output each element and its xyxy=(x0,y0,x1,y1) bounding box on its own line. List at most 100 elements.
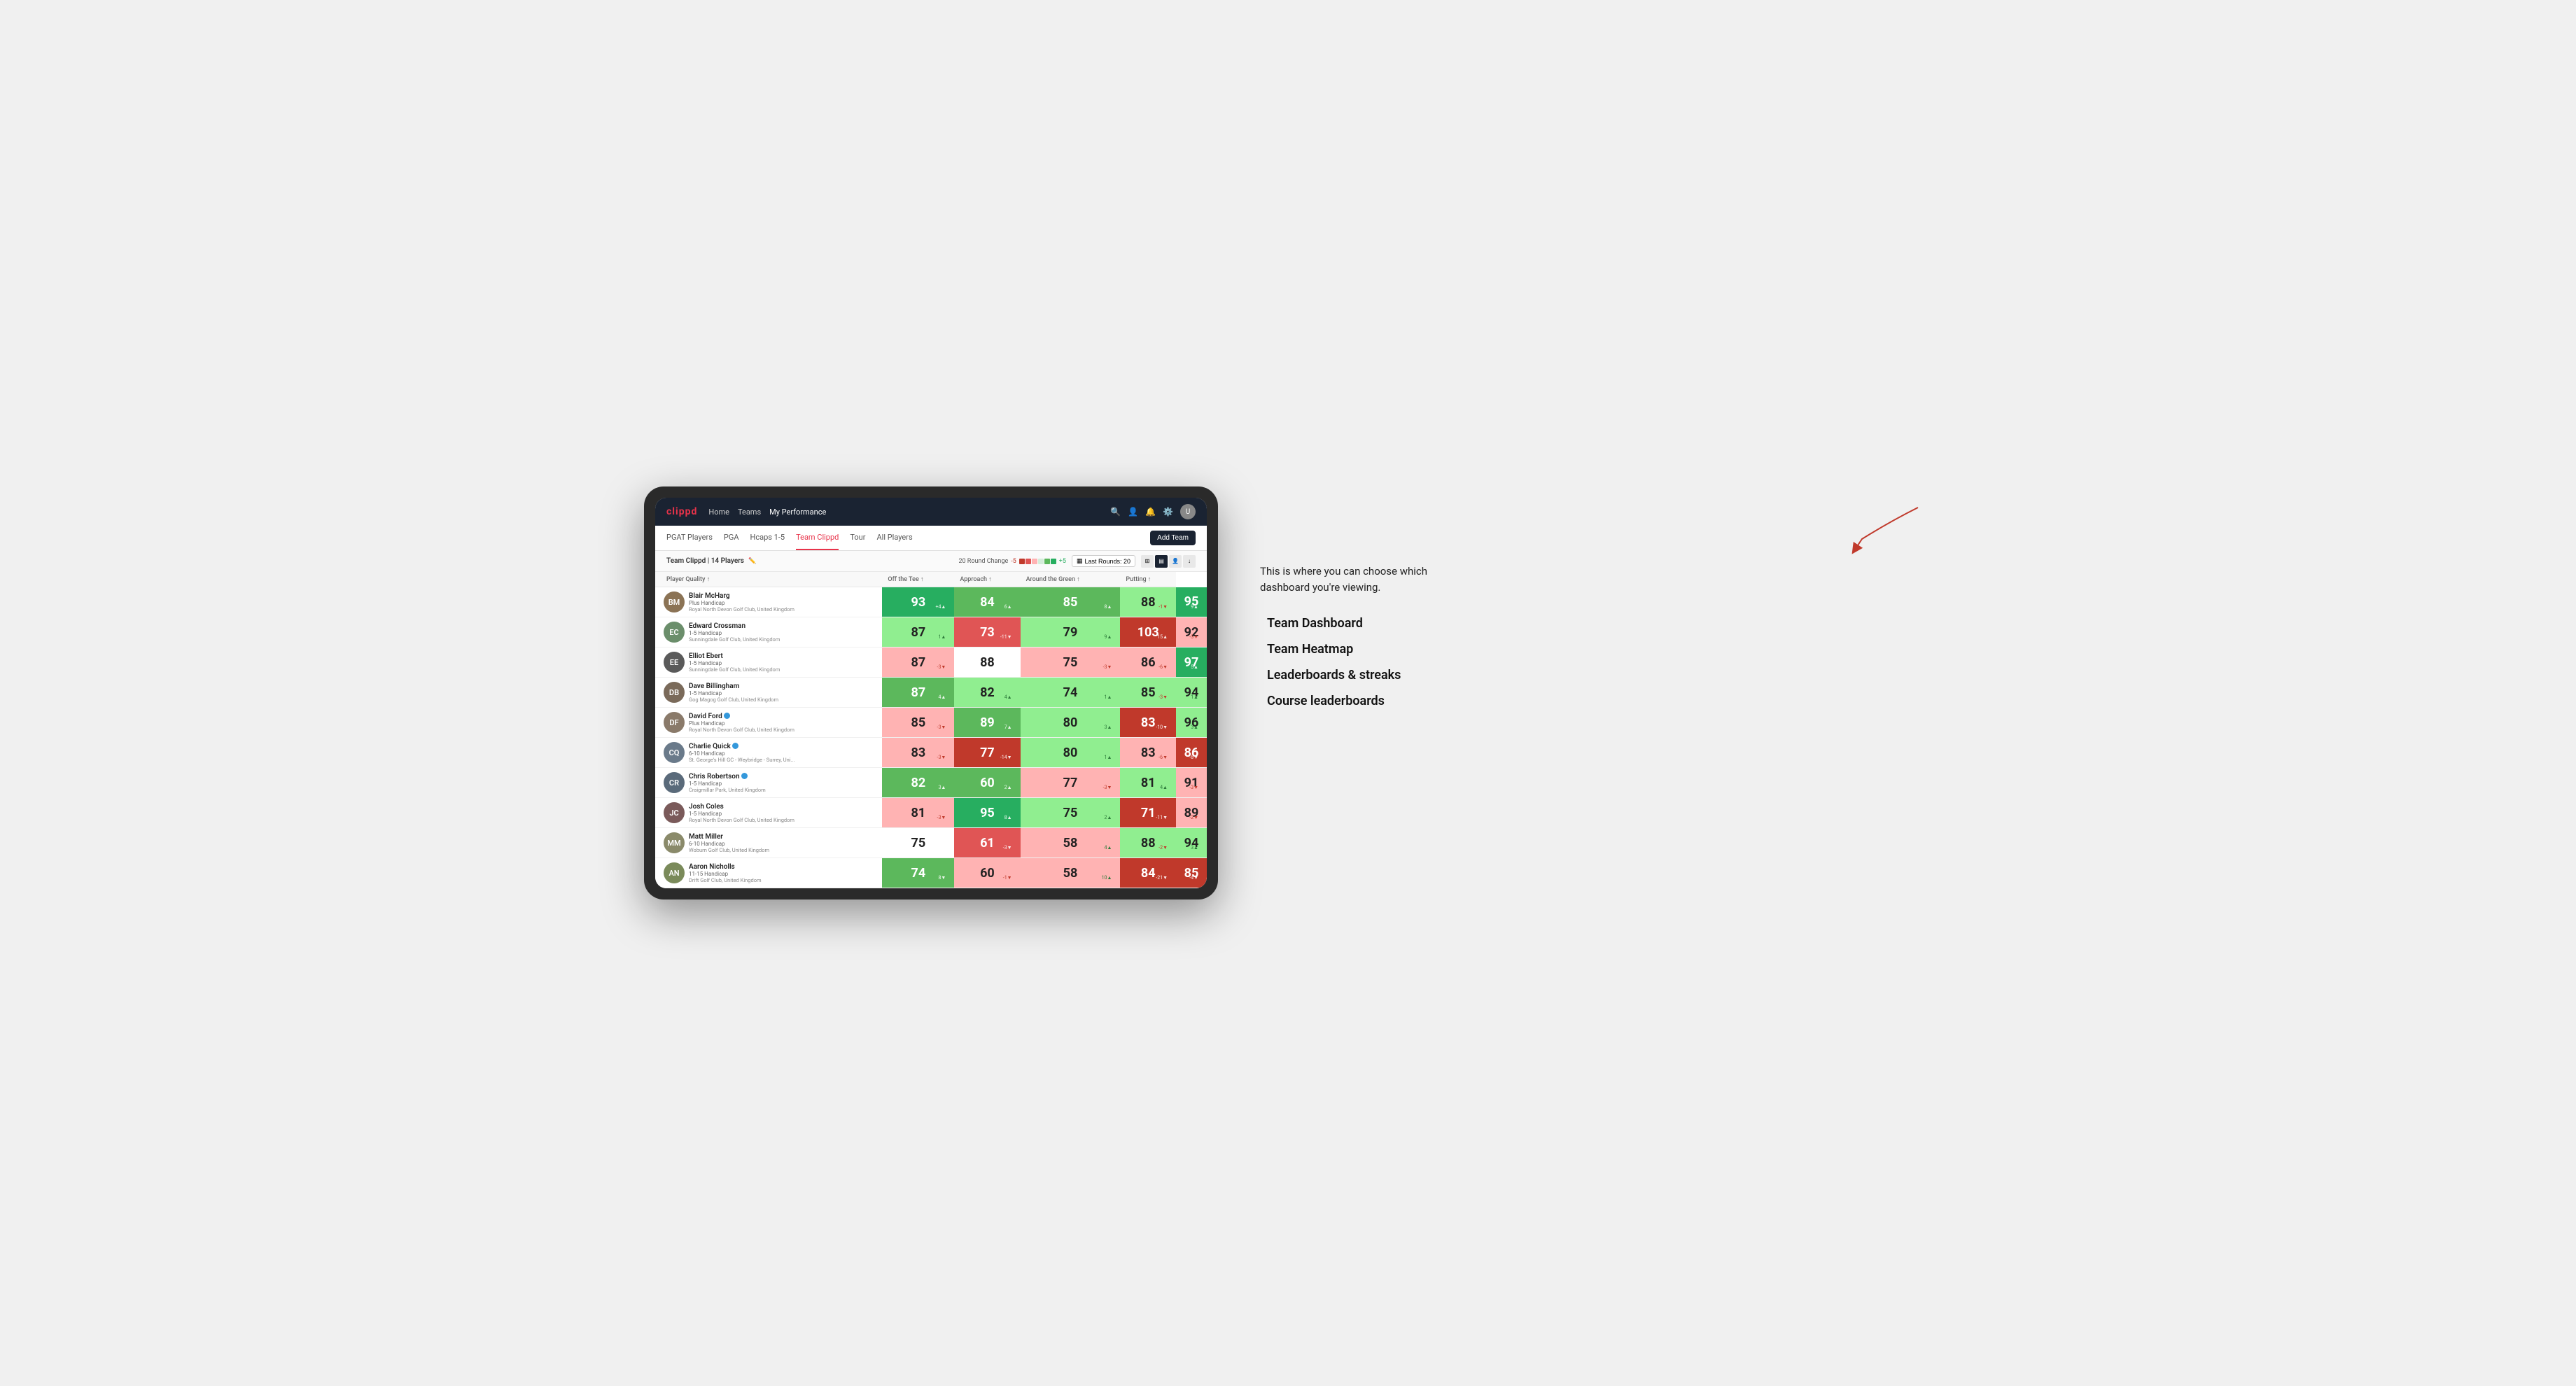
sub-nav-pga[interactable]: PGA xyxy=(724,526,739,550)
player-name[interactable]: David Ford xyxy=(689,713,794,720)
player-name[interactable]: Chris Robertson xyxy=(689,773,766,780)
col-approach[interactable]: Approach ↑ xyxy=(954,572,1020,587)
table-row[interactable]: EEElliot Ebert1-5 HandicapSunningdale Go… xyxy=(655,648,1207,678)
score-value: 82 xyxy=(980,685,995,700)
annotation-arrow xyxy=(1260,500,1932,556)
score-cell-5-0: 83-3▼ xyxy=(882,738,954,768)
logo[interactable]: clippd xyxy=(666,506,697,517)
option-team-dashboard[interactable]: Team Dashboard xyxy=(1267,616,1932,631)
nav-link-teams[interactable]: Teams xyxy=(738,505,761,519)
player-handicap: 1-5 Handicap xyxy=(689,660,780,666)
table-row[interactable]: ANAaron Nicholls11-15 HandicapDrift Golf… xyxy=(655,858,1207,888)
sub-nav-team-clippd[interactable]: Team Clippd xyxy=(796,526,839,550)
table-row[interactable]: CRChris Robertson1-5 HandicapCraigmillar… xyxy=(655,768,1207,798)
player-avatar: DB xyxy=(664,682,685,703)
score-cell-0-0: 93+4▲ xyxy=(882,587,954,617)
score-cell-8-2: 584▲ xyxy=(1021,828,1121,858)
player-handicap: 1-5 Handicap xyxy=(689,811,794,817)
sub-nav-tour[interactable]: Tour xyxy=(850,526,865,550)
col-off-tee[interactable]: Off the Tee ↑ xyxy=(882,572,954,587)
score-value: 75 xyxy=(1063,806,1078,820)
player-avatar: CR xyxy=(664,772,685,793)
score-value: 80 xyxy=(1063,746,1078,760)
player-handicap: Plus Handicap xyxy=(689,720,794,727)
player-name[interactable]: Elliot Ebert xyxy=(689,652,780,660)
score-change: 1▲ xyxy=(938,634,946,640)
score-change: -4▼ xyxy=(1189,875,1198,881)
col-around-green[interactable]: Around the Green ↑ xyxy=(1021,572,1121,587)
player-name[interactable]: Edward Crossman xyxy=(689,622,780,630)
option-leaderboards[interactable]: Leaderboards & streaks xyxy=(1267,668,1932,682)
table-row[interactable]: DFDavid FordPlus HandicapRoyal North Dev… xyxy=(655,708,1207,738)
settings-icon[interactable]: ⚙️ xyxy=(1163,507,1173,517)
player-name[interactable]: Matt Miller xyxy=(689,833,769,841)
person-view-button[interactable]: 👤 xyxy=(1169,555,1182,568)
table-row[interactable]: DBDave Billingham1-5 HandicapGog Magog G… xyxy=(655,678,1207,708)
score-cell-1-3: 10315▲ xyxy=(1120,617,1176,648)
score-cell-1-0: 871▲ xyxy=(882,617,954,648)
player-avatar: CQ xyxy=(664,742,685,763)
table-row[interactable]: ECEdward Crossman1-5 HandicapSunningdale… xyxy=(655,617,1207,648)
option-course-leaderboards[interactable]: Course leaderboards xyxy=(1267,694,1932,708)
score-change: -3▼ xyxy=(1003,845,1012,850)
player-club: Drift Golf Club, United Kingdom xyxy=(689,877,762,883)
score-cell-8-4: 943▲ xyxy=(1176,828,1207,858)
score-cell-3-3: 85-3▼ xyxy=(1120,678,1176,708)
sub-nav-hcaps[interactable]: Hcaps 1-5 xyxy=(750,526,785,550)
score-change: 2▲ xyxy=(1105,815,1112,820)
grid-view-button[interactable]: ⊞ xyxy=(1141,555,1154,568)
player-name[interactable]: Aaron Nicholls xyxy=(689,863,762,871)
score-value: 84 xyxy=(980,595,995,610)
score-change: 8▲ xyxy=(1004,815,1012,820)
last-rounds-button[interactable]: ▦ Last Rounds: 20 xyxy=(1072,555,1135,567)
score-change: -3▼ xyxy=(1158,694,1168,700)
score-cell-3-2: 741▲ xyxy=(1021,678,1121,708)
table-row[interactable]: BMBlair McHargPlus HandicapRoyal North D… xyxy=(655,587,1207,617)
download-button[interactable]: ↓ xyxy=(1183,555,1196,568)
score-change: 2▲ xyxy=(1004,785,1012,790)
score-change: -14▼ xyxy=(1000,755,1012,760)
person-icon[interactable]: 👤 xyxy=(1128,507,1138,517)
sub-nav-all-players[interactable]: All Players xyxy=(876,526,912,550)
tablet-frame: clippd Home Teams My Performance 🔍 👤 🔔 ⚙… xyxy=(644,486,1218,899)
player-handicap: 1-5 Handicap xyxy=(689,630,780,636)
avatar[interactable]: U xyxy=(1180,504,1196,519)
score-change: 6▲ xyxy=(1004,604,1012,610)
score-change: -1▼ xyxy=(1158,604,1168,610)
player-avatar: AN xyxy=(664,862,685,883)
search-icon[interactable]: 🔍 xyxy=(1110,507,1121,517)
col-player[interactable]: Player Quality ↑ xyxy=(655,572,882,587)
player-club: St. George's Hill GC - Weybridge - Surre… xyxy=(689,757,795,763)
option-team-heatmap[interactable]: Team Heatmap xyxy=(1267,642,1932,657)
player-name[interactable]: Charlie Quick xyxy=(689,743,795,750)
score-change: -3▼ xyxy=(1103,664,1112,670)
score-change: 15▲ xyxy=(1157,634,1168,640)
score-cell-5-2: 801▲ xyxy=(1021,738,1121,768)
score-cell-2-1: 88 xyxy=(954,648,1020,678)
table-row[interactable]: CQCharlie Quick6-10 HandicapSt. George's… xyxy=(655,738,1207,768)
score-value: 74 xyxy=(911,866,926,881)
player-name[interactable]: Dave Billingham xyxy=(689,682,778,690)
nav-link-home[interactable]: Home xyxy=(708,505,729,519)
bell-icon[interactable]: 🔔 xyxy=(1145,507,1156,517)
add-team-button[interactable]: Add Team xyxy=(1150,531,1196,545)
sub-nav-pgat[interactable]: PGAT Players xyxy=(666,526,713,550)
score-change: -11▼ xyxy=(1000,634,1012,640)
score-cell-2-0: 87-3▼ xyxy=(882,648,954,678)
col-putting[interactable]: Putting ↑ xyxy=(1120,572,1176,587)
player-name[interactable]: Josh Coles xyxy=(689,803,794,811)
arrow-graphic xyxy=(1792,500,1932,556)
score-value: 87 xyxy=(911,685,926,700)
score-value: 93 xyxy=(911,595,926,610)
player-avatar: EE xyxy=(664,652,685,673)
player-name[interactable]: Blair McHarg xyxy=(689,592,794,600)
nav-bar: clippd Home Teams My Performance 🔍 👤 🔔 ⚙… xyxy=(655,498,1207,526)
edit-icon[interactable]: ✏️ xyxy=(748,558,756,565)
table-row[interactable]: MMMatt Miller6-10 HandicapWoburn Golf Cl… xyxy=(655,828,1207,858)
nav-link-my-performance[interactable]: My Performance xyxy=(769,505,826,519)
score-change: 3▲ xyxy=(938,785,946,790)
table-row[interactable]: JCJosh Coles1-5 HandicapRoyal North Devo… xyxy=(655,798,1207,828)
heatmap-view-button[interactable]: ▤ xyxy=(1155,555,1168,568)
player-cell-7: JCJosh Coles1-5 HandicapRoyal North Devo… xyxy=(655,798,882,828)
score-cell-4-1: 897▲ xyxy=(954,708,1020,738)
